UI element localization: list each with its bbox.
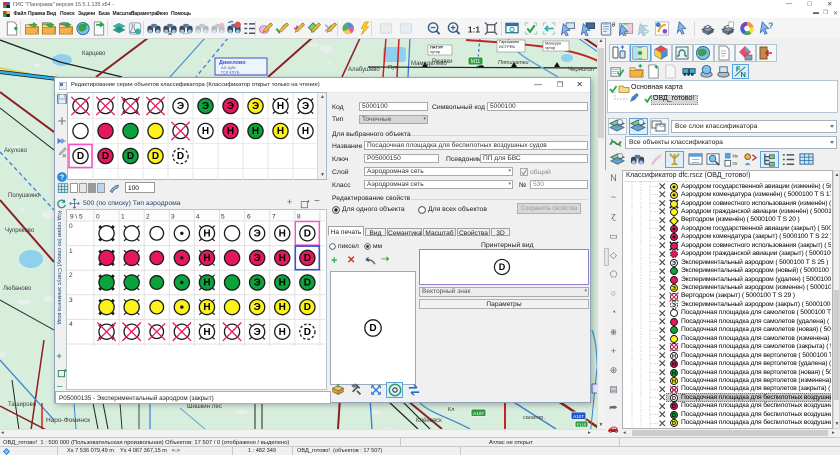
svg-text:Пут: Пут	[388, 65, 398, 71]
svg-text:Черногол: Черногол	[568, 67, 595, 73]
svg-text:?: ?	[60, 173, 65, 182]
svg-text:Чупряково: Чупряково	[5, 228, 35, 234]
svg-text:Э: Э	[254, 327, 261, 338]
svg-text:Н: Н	[203, 228, 210, 239]
svg-text:А107: А107	[573, 414, 584, 419]
svg-text:Алабушево: Алабушево	[348, 67, 380, 73]
svg-text:3: 3	[69, 297, 73, 304]
svg-text:D: D	[369, 323, 376, 334]
svg-text:ИСТРЕБ: ИСТРЕБ	[499, 44, 515, 49]
svg-text:Н: Н	[227, 126, 234, 137]
svg-text:хутор: хутор	[545, 45, 556, 50]
svg-text:4: 4	[196, 214, 200, 221]
svg-text:Э: Э	[252, 101, 259, 112]
svg-text:5: 5	[221, 214, 225, 221]
svg-text:D: D	[304, 278, 311, 289]
svg-text:?: ?	[768, 21, 773, 31]
svg-text:Н: Н	[252, 126, 259, 137]
svg-text:8: 8	[297, 214, 301, 221]
svg-text:А107: А107	[473, 411, 484, 416]
svg-text:Э: Э	[254, 278, 261, 289]
svg-text:Н: Н	[279, 253, 286, 264]
svg-text:D: D	[127, 151, 134, 162]
svg-text:Клёновск: Клёновск	[416, 418, 442, 424]
svg-text:Н: Н	[203, 327, 210, 338]
svg-text:Н: Н	[203, 278, 210, 289]
svg-text:D: D	[102, 151, 109, 162]
svg-text:D: D	[304, 302, 311, 313]
svg-text:9 \ 5: 9 \ 5	[70, 214, 83, 221]
svg-text:Э: Э	[302, 101, 309, 112]
svg-text:D: D	[177, 151, 184, 162]
svg-text:Н: Н	[279, 228, 286, 239]
svg-text:Полушкино: Полушкино	[8, 193, 40, 199]
svg-text:Наро-Фоминск: Наро-Фоминск	[46, 417, 90, 424]
svg-text:a: a	[612, 21, 615, 29]
svg-text:Or: Or	[732, 161, 738, 166]
svg-text:Н: Н	[279, 278, 286, 289]
svg-text:Любаново: Любаново	[3, 286, 32, 292]
svg-text:2: 2	[146, 214, 150, 221]
svg-text:D: D	[152, 151, 159, 162]
svg-text:Карцево: Карцево	[82, 51, 106, 57]
svg-text:D: D	[304, 253, 311, 264]
svg-text:a: a	[168, 30, 172, 36]
svg-text:ГСК КЛУБ: ГСК КЛУБ	[221, 70, 240, 75]
svg-text:Nv: Nv	[732, 154, 738, 159]
svg-text:1: 1	[69, 248, 73, 255]
svg-text:7: 7	[272, 214, 276, 221]
svg-text:Н: Н	[277, 101, 284, 112]
svg-text:М11: М11	[471, 59, 481, 65]
svg-text:Шишкин Лес: Шишкин Лес	[187, 404, 222, 410]
svg-text:1: 1	[121, 214, 125, 221]
svg-text:D: D	[304, 228, 311, 239]
svg-text:...: ...	[183, 27, 189, 36]
svg-text:хутор: хутор	[430, 49, 441, 54]
svg-text:2: 2	[69, 272, 73, 279]
svg-text:N: N	[741, 70, 746, 79]
svg-text:Э: Э	[177, 101, 184, 112]
svg-text:3: 3	[171, 214, 175, 221]
svg-text:6: 6	[247, 214, 251, 221]
svg-text:Н: Н	[203, 302, 210, 313]
svg-text:1:1: 1:1	[468, 24, 480, 34]
svg-text:Э: Э	[254, 302, 261, 313]
svg-text:Э: Э	[227, 101, 234, 112]
svg-text:Н: Н	[277, 126, 284, 137]
svg-text:Кл: Кл	[448, 407, 454, 413]
svg-text:0: 0	[69, 223, 73, 230]
svg-text:Н: Н	[302, 126, 309, 137]
svg-text:Акулово: Акулово	[4, 148, 28, 154]
svg-text:Е115: Е115	[577, 422, 587, 427]
svg-text:Н: Н	[279, 302, 286, 313]
svg-text:Н: Н	[202, 126, 209, 137]
svg-text:Э: Э	[202, 101, 209, 112]
svg-text:D: D	[77, 151, 84, 162]
svg-text:D: D	[499, 262, 506, 272]
svg-text:0: 0	[96, 214, 100, 221]
svg-text:Ржавки: Ржавки	[432, 59, 453, 65]
svg-text:РСК: РСК	[657, 123, 666, 128]
svg-text:Таширово: Таширово	[8, 402, 37, 408]
svg-text:4: 4	[69, 321, 73, 328]
svg-text:Н: Н	[203, 253, 210, 264]
svg-text:Н: Н	[279, 327, 286, 338]
svg-text:санатор.: санатор.	[523, 415, 545, 421]
svg-text:Э: Э	[254, 253, 261, 264]
svg-text:D: D	[672, 421, 676, 427]
svg-text:D: D	[304, 327, 311, 338]
svg-text:Э: Э	[254, 228, 261, 239]
svg-text:Пятихатки: Пятихатки	[498, 60, 529, 66]
